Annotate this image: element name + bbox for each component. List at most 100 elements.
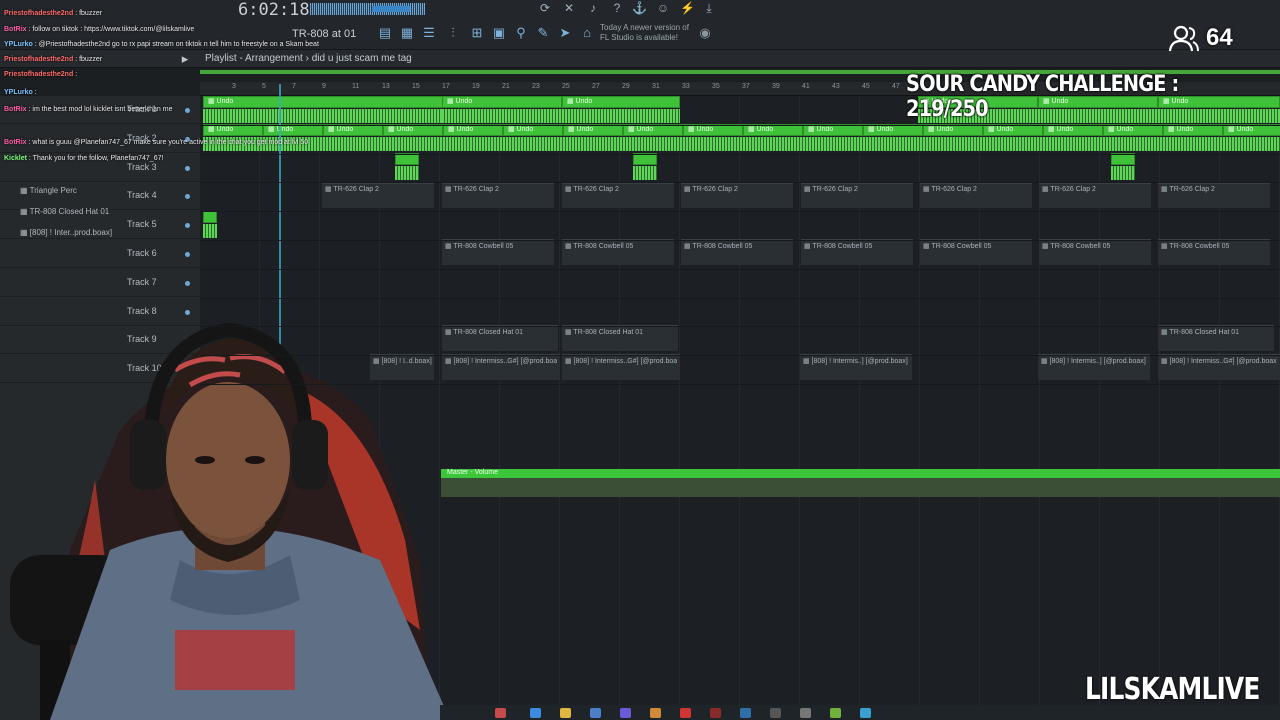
chat-text: :: [32, 89, 37, 96]
refresh-icon[interactable]: ⟳: [538, 1, 552, 15]
piano-roll-icon[interactable]: ☰: [422, 26, 436, 40]
help-icon[interactable]: ?: [610, 1, 624, 15]
webcam-feed: [10, 322, 450, 720]
audio-waveform: [743, 137, 803, 151]
pattern-clip-cowbell[interactable]: ▦ TR-808 Cowbell 05: [1158, 239, 1270, 265]
edge-icon[interactable]: [530, 708, 541, 718]
clip-label: ▦ Undo: [568, 126, 594, 133]
download-icon[interactable]: ⤓: [702, 1, 716, 15]
chat-overlay: Priestofhadesthe2nd : fbuzzer BotRix : fo…: [0, 0, 390, 170]
audio-clip-undo[interactable]: ▦ Undo: [623, 124, 683, 136]
discord-icon[interactable]: [620, 708, 631, 718]
pattern-clip-clap[interactable]: ▦ TR-626 Clap 2: [920, 182, 1032, 208]
pattern-clip-clap[interactable]: ▦ TR-626 Clap 2: [1039, 182, 1151, 208]
track-header[interactable]: Track 7: [0, 269, 200, 297]
pattern-clip-cowbell[interactable]: ▦ TR-808 Cowbell 05: [920, 239, 1032, 265]
clip-label: ▦ TR-808 Cowbell 05: [1042, 243, 1111, 250]
pattern-clip-clap[interactable]: ▦ TR-626 Clap 2: [442, 182, 554, 208]
audio-clip-undo[interactable]: ▦ Undo: [983, 124, 1043, 136]
audio-clip-undo[interactable]: ▦ Undo: [503, 124, 563, 136]
4k-icon[interactable]: [800, 708, 811, 718]
playlist-icon[interactable]: ▦: [400, 26, 414, 40]
plugin-icon[interactable]: ⚲: [514, 26, 528, 40]
pattern-clip-cowbell[interactable]: ▦ TR-808 Cowbell 05: [562, 239, 674, 265]
app4-icon[interactable]: [860, 708, 871, 718]
close-icon[interactable]: ✕: [562, 1, 576, 15]
audio-waveform: [623, 137, 683, 151]
tempo-icon[interactable]: ✎: [536, 26, 550, 40]
channel-rack-icon[interactable]: ⫶: [446, 26, 460, 40]
pattern-clip-intermiss[interactable]: ▦ [808] ! Intermis..] [@prod.boax]: [1038, 354, 1150, 380]
pattern-clip-clap[interactable]: ▦ TR-626 Clap 2: [681, 182, 793, 208]
news-panel[interactable]: Today A newer version of FL Studio is av…: [600, 23, 700, 43]
audio-clip-undo[interactable]: ▦ Undo: [803, 124, 863, 136]
pattern-clip-intermiss[interactable]: ▦ [808] ! Intermiss..G#] [@prod.boax]: [1158, 354, 1280, 380]
pattern-clip-clap[interactable]: ▦ TR-626 Clap 2: [801, 182, 913, 208]
store-icon[interactable]: [590, 708, 601, 718]
pattern-clip-cowbell[interactable]: ▦ TR-808 Cowbell 05: [801, 239, 913, 265]
pattern-clip-clap[interactable]: ▦ TR-626 Clap 2: [322, 182, 434, 208]
master-volume-automation-clip[interactable]: Master - Volume: [441, 469, 1280, 497]
pattern-clip-intermiss[interactable]: ▦ [808] ! Intermiss..G#] [@prod.boax]: [562, 354, 680, 380]
brave-icon[interactable]: [680, 708, 691, 718]
track-label: Track 7: [127, 276, 157, 287]
audio-clip-small[interactable]: [633, 153, 657, 165]
audio-clip-undo[interactable]: ▦ Undo: [1163, 124, 1223, 136]
timeline-tick: 29: [622, 83, 630, 90]
mixer-icon[interactable]: ⊞: [470, 26, 484, 40]
pattern-clip-clap[interactable]: ▦ TR-626 Clap 2: [1158, 182, 1270, 208]
audio-clip-undo[interactable]: ▦ Undo: [1223, 124, 1280, 136]
pattern-clip-clap[interactable]: ▦ TR-626 Clap 2: [562, 182, 674, 208]
picker-item[interactable]: ▦ TR-808 Closed Hat 01: [20, 207, 109, 216]
record-icon[interactable]: ➤: [558, 26, 572, 40]
audio-waveform: [983, 137, 1043, 151]
settings-icon[interactable]: ◉: [698, 26, 712, 40]
audio-clip-undo[interactable]: ▦ Undo: [923, 124, 983, 136]
pattern-clip-closed-hat[interactable]: ▦ TR-808 Closed Hat 01: [1158, 325, 1274, 351]
obs-icon[interactable]: [710, 708, 721, 718]
audio-clip-undo[interactable]: ▦ Undo: [863, 124, 923, 136]
picker-item[interactable]: ▦ [808] ! Inter..prod.boax]: [20, 228, 112, 237]
audio-clip-undo[interactable]: ▦ Undo: [683, 124, 743, 136]
app-icon[interactable]: [495, 708, 506, 718]
clip-label: ▦ TR-626 Clap 2: [923, 186, 977, 193]
picker-item[interactable]: ▦ Triangle Perc: [20, 186, 77, 195]
audio-waveform: [203, 224, 217, 238]
lane-divider: [200, 124, 1280, 126]
audio-clip-undo[interactable]: ▦ Undo: [563, 124, 623, 136]
audio-clip-undo[interactable]: ▦ Undo: [443, 124, 503, 136]
timeline-tick: 33: [682, 83, 690, 90]
mic-icon[interactable]: ♪: [586, 1, 600, 15]
cloud-icon[interactable]: ⌂: [580, 26, 594, 40]
audio-clip-undo[interactable]: ▦ Undo: [442, 96, 562, 108]
clip-label: ▦ Undo: [1048, 126, 1074, 133]
audio-clip-undo[interactable]: ▦ Undo: [1103, 124, 1163, 136]
audio-clip-undo[interactable]: ▦ Undo: [743, 124, 803, 136]
bolt-icon[interactable]: ⚡: [680, 1, 695, 15]
pattern-clip-cowbell[interactable]: ▦ TR-808 Cowbell 05: [442, 239, 554, 265]
chat-icon[interactable]: ☺: [656, 1, 670, 15]
audio-clip-undo[interactable]: ▦ Undo: [562, 96, 680, 108]
track-mute-dot[interactable]: [185, 252, 190, 257]
browser-icon[interactable]: ▣: [492, 26, 506, 40]
track-mute-dot[interactable]: [185, 223, 190, 229]
app3-icon[interactable]: [830, 708, 841, 718]
track-mute-dot[interactable]: [185, 194, 190, 200]
folder-icon[interactable]: [560, 708, 571, 718]
fl-studio-icon[interactable]: [650, 708, 661, 718]
track-mute-dot[interactable]: [185, 280, 190, 286]
audio-clip-small[interactable]: [203, 211, 217, 223]
steam-icon[interactable]: [740, 708, 751, 718]
audio-clip-undo[interactable]: ▦ Undo: [1043, 124, 1103, 136]
link-icon[interactable]: ⚓: [632, 1, 647, 15]
pattern-clip-cowbell[interactable]: ▦ TR-808 Cowbell 05: [1039, 239, 1151, 265]
clip-label: ▦ TR-808 Cowbell 05: [923, 243, 992, 250]
pattern-clip-cowbell[interactable]: ▦ TR-808 Cowbell 05: [681, 239, 793, 265]
clip-label: ▦ TR-626 Clap 2: [1161, 186, 1215, 193]
audio-clip-undo[interactable]: ▦ Undo: [383, 124, 443, 136]
app2-icon[interactable]: [770, 708, 781, 718]
audio-clip-small[interactable]: [1111, 153, 1135, 165]
pattern-clip-closed-hat[interactable]: ▦ TR-808 Closed Hat 01: [562, 325, 678, 351]
pattern-clip-intermiss[interactable]: ▦ [808] ! Intermis..] [@prod.boax]: [800, 354, 912, 380]
audio-clip-small[interactable]: [395, 153, 419, 165]
